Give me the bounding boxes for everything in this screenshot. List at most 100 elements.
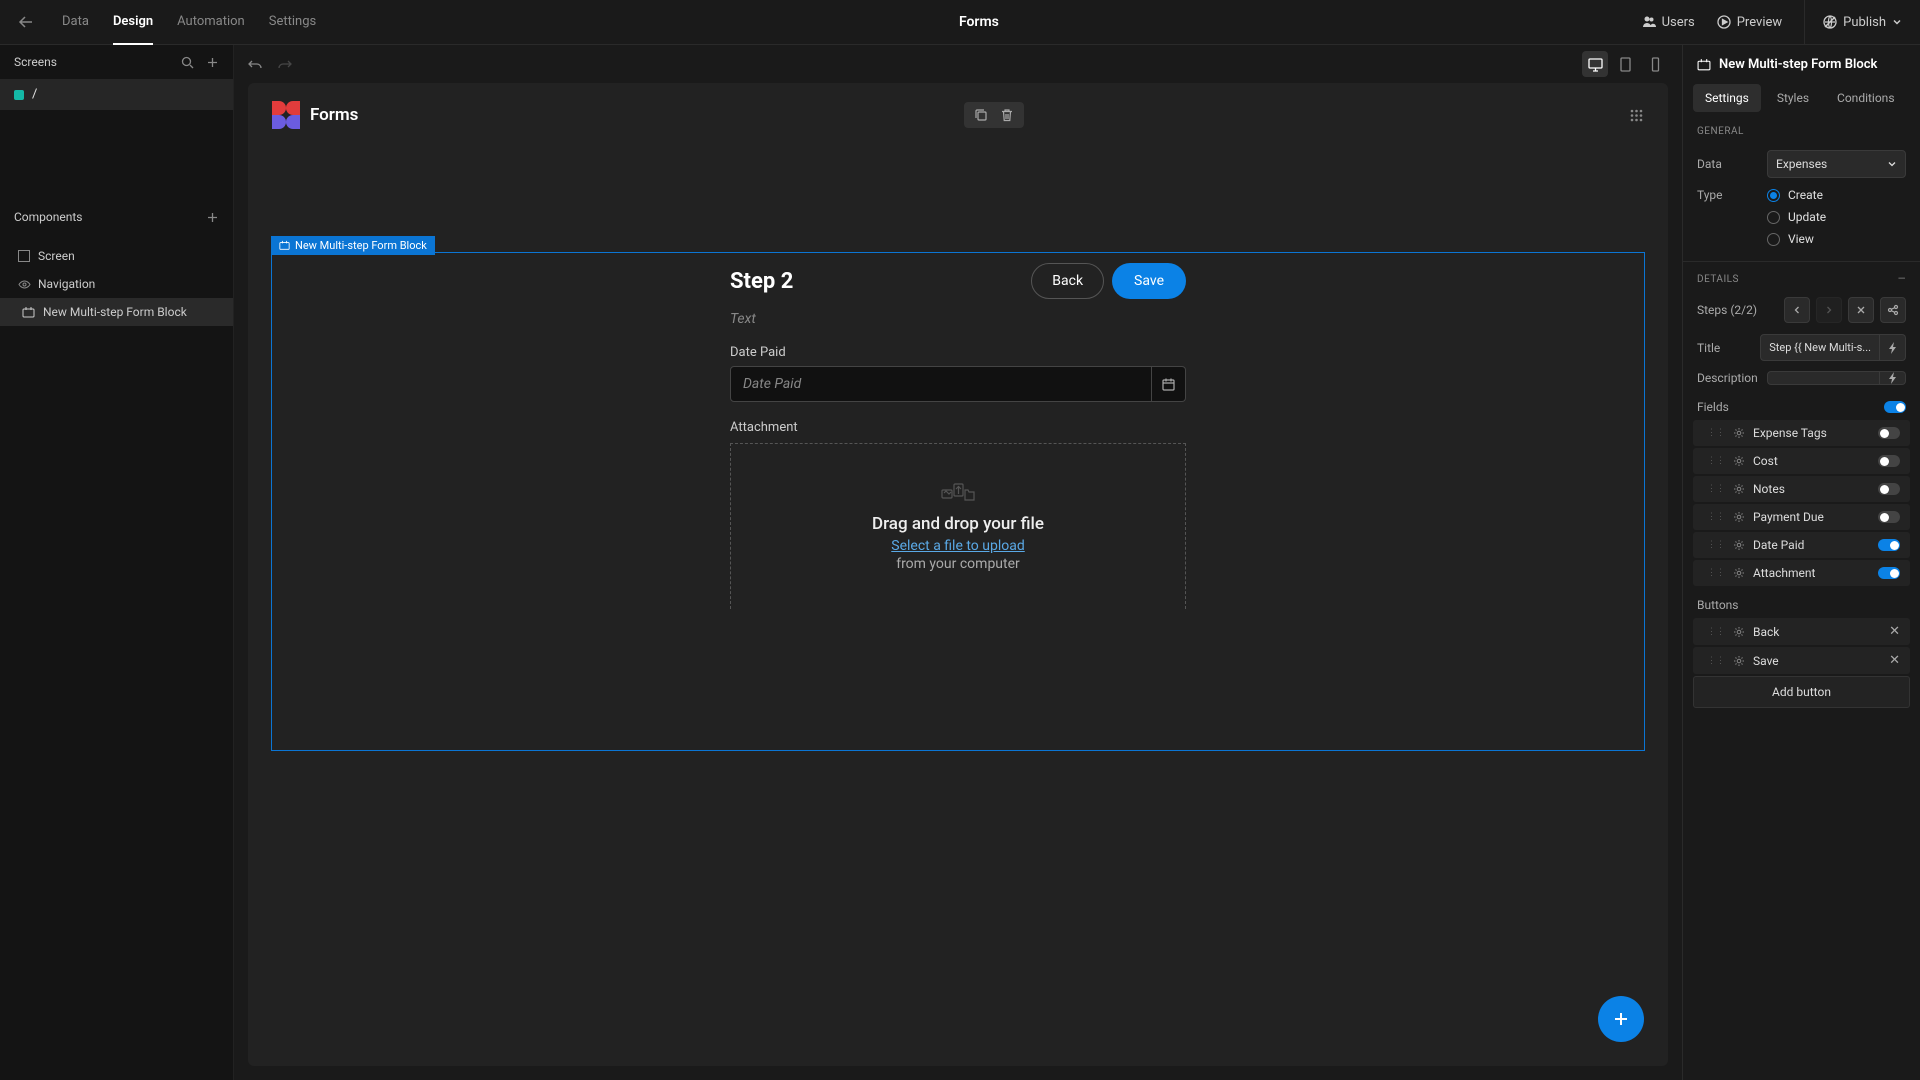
dropzone-sub-text: from your computer	[896, 556, 1020, 572]
field-toggle[interactable]	[1878, 511, 1900, 523]
drag-handle-icon[interactable]: ⋮⋮	[1707, 428, 1725, 438]
gear-icon[interactable]	[1733, 427, 1745, 439]
topbar-right: Users Preview Publish	[1642, 0, 1902, 45]
button-item[interactable]: ⋮⋮ Save ✕	[1693, 647, 1910, 674]
form-inner: Step 2 Back Save Text Date Paid Date Pai…	[730, 263, 1186, 609]
add-button-button[interactable]: Add button	[1693, 676, 1910, 708]
back-arrow-icon[interactable]	[18, 14, 34, 30]
form-block-area[interactable]: Step 2 Back Save Text Date Paid Date Pai…	[271, 252, 1645, 751]
field-toggle[interactable]	[1878, 427, 1900, 439]
field-item[interactable]: ⋮⋮ Payment Due	[1693, 504, 1910, 530]
type-option-create[interactable]: Create	[1767, 188, 1826, 202]
tab-settings[interactable]: Settings	[269, 0, 316, 45]
device-desktop-icon[interactable]	[1582, 51, 1608, 77]
gear-icon[interactable]	[1733, 655, 1745, 667]
drag-handle-icon[interactable]: ⋮⋮	[1707, 512, 1725, 522]
title-bolt-icon[interactable]	[1880, 334, 1906, 361]
delete-icon[interactable]	[1000, 108, 1014, 122]
fields-label: Fields	[1697, 400, 1729, 414]
block-title-row: New Multi-step Form Block	[1683, 45, 1920, 84]
remove-button-icon[interactable]: ✕	[1889, 653, 1900, 668]
field-item[interactable]: ⋮⋮ Cost	[1693, 448, 1910, 474]
copy-icon[interactable]	[974, 108, 988, 122]
add-screen-icon[interactable]	[206, 56, 219, 69]
device-tablet-icon[interactable]	[1612, 51, 1638, 77]
selected-block-tag[interactable]: New Multi-step Form Block	[271, 236, 435, 255]
users-button[interactable]: Users	[1642, 15, 1695, 30]
component-navigation[interactable]: Navigation	[0, 270, 233, 298]
step-add-icon[interactable]	[1880, 297, 1906, 323]
tab-design[interactable]: Design	[113, 0, 153, 45]
remove-button-icon[interactable]: ✕	[1889, 624, 1900, 639]
field-toggle[interactable]	[1878, 567, 1900, 579]
field-item[interactable]: ⋮⋮ Attachment	[1693, 560, 1910, 586]
tab-styles-panel[interactable]: Styles	[1765, 84, 1821, 112]
publish-button[interactable]: Publish	[1804, 0, 1902, 45]
date-paid-input[interactable]: Date Paid	[730, 366, 1152, 402]
gear-icon[interactable]	[1733, 626, 1745, 638]
gear-icon[interactable]	[1733, 455, 1745, 467]
canvas[interactable]: Forms New Multi-step Form Block	[248, 83, 1668, 1066]
type-option-view[interactable]: View	[1767, 232, 1826, 246]
component-screen[interactable]: Screen	[0, 242, 233, 270]
collapse-icon[interactable]: —	[1898, 274, 1906, 285]
main-layout: Screens / Components Screen Navigati	[0, 45, 1920, 1080]
title-input[interactable]: Step {{ New Multi-s...	[1760, 334, 1880, 361]
drag-handle-icon[interactable]: ⋮⋮	[1707, 568, 1725, 578]
step-header-row: Step 2 Back Save	[730, 263, 1186, 299]
canvas-wrap: Forms New Multi-step Form Block	[234, 83, 1682, 1080]
date-paid-label: Date Paid	[730, 345, 1186, 360]
save-button[interactable]: Save	[1112, 263, 1186, 299]
search-icon[interactable]	[181, 56, 194, 69]
add-component-icon[interactable]	[206, 211, 219, 224]
device-mobile-icon[interactable]	[1642, 51, 1668, 77]
component-form-block[interactable]: New Multi-step Form Block	[0, 298, 233, 326]
data-select[interactable]: Expenses	[1767, 150, 1906, 178]
dropzone-select-link[interactable]: Select a file to upload	[891, 538, 1024, 554]
field-toggle[interactable]	[1878, 483, 1900, 495]
description-input[interactable]	[1767, 371, 1880, 385]
tab-data[interactable]: Data	[62, 0, 89, 45]
attachment-dropzone[interactable]: Drag and drop your file Select a file to…	[730, 443, 1186, 609]
field-item[interactable]: ⋮⋮ Expense Tags	[1693, 420, 1910, 446]
gear-icon[interactable]	[1733, 539, 1745, 551]
type-option-update[interactable]: Update	[1767, 210, 1826, 224]
field-name: Date Paid	[1753, 538, 1870, 552]
gear-icon[interactable]	[1733, 567, 1745, 579]
undo-icon[interactable]	[248, 57, 263, 72]
step-prev-icon[interactable]	[1784, 297, 1810, 323]
radio-label: Update	[1788, 210, 1826, 224]
right-panel: New Multi-step Form Block Settings Style…	[1682, 45, 1920, 1080]
users-label: Users	[1662, 15, 1695, 30]
step-remove-icon[interactable]	[1848, 297, 1874, 323]
buttons-label: Buttons	[1697, 598, 1739, 612]
gear-icon[interactable]	[1733, 483, 1745, 495]
tab-automation[interactable]: Automation	[177, 0, 245, 45]
apps-grid-icon[interactable]	[1629, 108, 1644, 123]
redo-icon[interactable]	[277, 57, 292, 72]
tab-settings-panel[interactable]: Settings	[1693, 84, 1761, 112]
tab-conditions-panel[interactable]: Conditions	[1825, 84, 1906, 112]
components-label: Components	[14, 210, 83, 224]
calendar-icon[interactable]	[1152, 366, 1186, 402]
preview-button[interactable]: Preview	[1717, 15, 1782, 30]
drag-handle-icon[interactable]: ⋮⋮	[1707, 656, 1725, 666]
drag-handle-icon[interactable]: ⋮⋮	[1707, 484, 1725, 494]
back-button[interactable]: Back	[1031, 263, 1104, 299]
data-row: Data Expenses	[1683, 145, 1920, 183]
component-label: Navigation	[38, 277, 95, 291]
screen-item-root[interactable]: /	[0, 79, 233, 110]
gear-icon[interactable]	[1733, 511, 1745, 523]
drag-handle-icon[interactable]: ⋮⋮	[1707, 540, 1725, 550]
button-item[interactable]: ⋮⋮ Back ✕	[1693, 618, 1910, 645]
drag-handle-icon[interactable]: ⋮⋮	[1707, 627, 1725, 637]
add-fab-button[interactable]	[1598, 996, 1644, 1042]
fields-master-toggle[interactable]	[1884, 401, 1906, 413]
screen-icon	[18, 250, 30, 262]
field-toggle[interactable]	[1878, 539, 1900, 551]
field-toggle[interactable]	[1878, 455, 1900, 467]
field-item[interactable]: ⋮⋮ Date Paid	[1693, 532, 1910, 558]
description-bolt-icon[interactable]	[1880, 371, 1906, 385]
drag-handle-icon[interactable]: ⋮⋮	[1707, 456, 1725, 466]
field-item[interactable]: ⋮⋮ Notes	[1693, 476, 1910, 502]
